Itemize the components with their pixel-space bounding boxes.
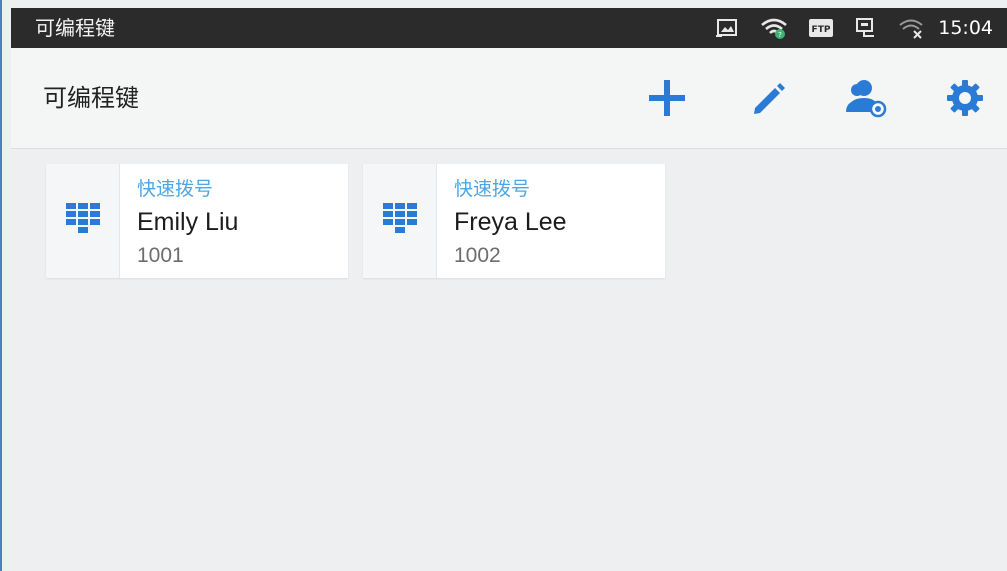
contacts-view-button[interactable] (844, 78, 888, 122)
ftp-icon: FTP (808, 18, 834, 38)
contact-name: Freya Lee (454, 208, 567, 236)
page-title: 可编程键 (43, 84, 139, 112)
card-icon-area (363, 164, 437, 278)
contact-number: 1001 (137, 244, 184, 267)
wifi-off-icon (898, 17, 924, 39)
status-bar-title: 可编程键 (35, 16, 115, 40)
card-icon-area (46, 164, 120, 278)
programmable-key-card[interactable]: 快速拨号 Emily Liu 1001 (46, 164, 348, 278)
programmable-key-card[interactable]: 快速拨号 Freya Lee 1002 (363, 164, 665, 278)
contact-number: 1002 (454, 244, 501, 267)
edit-icon (749, 78, 789, 122)
add-button[interactable] (645, 78, 689, 122)
contacts-view-icon (844, 78, 888, 122)
settings-icon (945, 78, 985, 122)
status-icons: ? FTP 15:04 (696, 8, 993, 48)
status-time: 15:04 (938, 17, 993, 39)
contact-name: Emily Liu (137, 208, 239, 236)
settings-button[interactable] (943, 78, 987, 122)
keypad-icon (65, 203, 100, 245)
screen: 可编程键 ? FTP 15:04 可编程键 快速拨号 Emily Liu 100… (0, 0, 1007, 571)
add-icon (647, 78, 687, 122)
svg-text:?: ? (778, 31, 782, 39)
status-bar: 可编程键 ? FTP 15:04 (11, 8, 1007, 48)
edit-button[interactable] (747, 78, 791, 122)
screenshot-icon (716, 17, 740, 39)
keypad-icon (382, 203, 417, 245)
ftp-label: FTP (812, 25, 831, 35)
wifi-icon: ? (760, 17, 788, 39)
card-type-label: 快速拨号 (137, 178, 214, 200)
app-bar: 可编程键 (11, 48, 1007, 149)
network-icon (854, 17, 878, 39)
card-type-label: 快速拨号 (454, 178, 531, 200)
